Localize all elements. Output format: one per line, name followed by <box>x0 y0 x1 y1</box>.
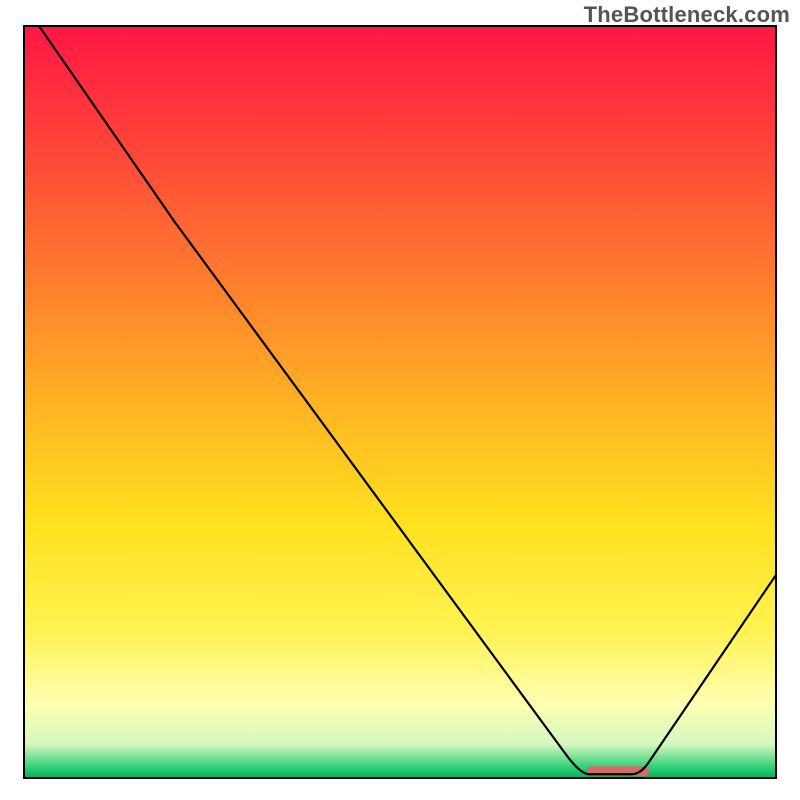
bottleneck-chart <box>0 0 800 800</box>
chart-background <box>24 26 776 778</box>
chart-frame: TheBottleneck.com <box>0 0 800 800</box>
